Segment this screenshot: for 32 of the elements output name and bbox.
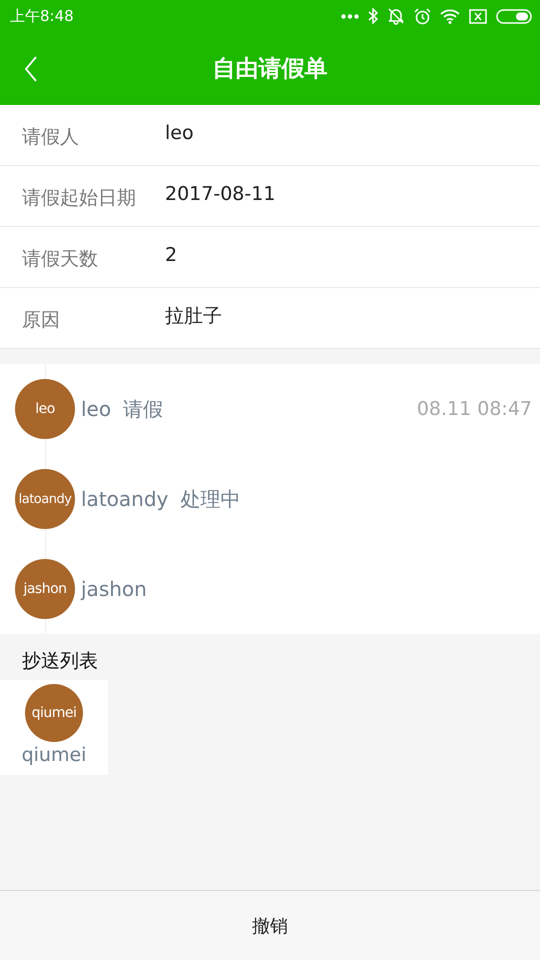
field-label: 请假天数 (21, 247, 99, 272)
revoke-button[interactable]: 撤销 (0, 891, 540, 960)
field-value: 拉肚子 (165, 304, 222, 329)
wifi-icon (440, 8, 460, 24)
field-value: 2 (165, 244, 178, 268)
sim-icon (469, 8, 487, 24)
field-value: 2017-08-11 (165, 183, 276, 207)
person-name: leo (81, 397, 112, 421)
field-label: 请假人 (21, 125, 80, 150)
mute-icon (387, 7, 405, 25)
alarm-icon (414, 8, 431, 24)
person-name: qiumei (22, 744, 86, 766)
back-icon (24, 56, 38, 82)
cc-person-card[interactable]: qiumei qiumei (0, 680, 108, 775)
avatar: jashon (15, 559, 75, 619)
more-icon (341, 14, 359, 18)
battery-icon (496, 8, 532, 24)
avatar: qiumei (25, 684, 83, 742)
status-text: 请假 (123, 396, 164, 422)
avatar: latoandy (15, 469, 75, 529)
field-label: 请假起始日期 (21, 186, 137, 211)
person-name: latoandy (81, 487, 168, 511)
bluetooth-icon (368, 8, 378, 24)
section-title: 抄送列表 (21, 649, 99, 674)
avatar: leo (15, 379, 75, 439)
person-name: jashon (81, 577, 147, 601)
status-time: 上午8:48 (10, 6, 75, 26)
status-text: 处理中 (180, 486, 240, 512)
field-value: leo (165, 122, 194, 146)
timestamp: 08.11 08:47 (416, 398, 532, 420)
field-label: 原因 (21, 308, 61, 333)
page-title: 自由请假单 (212, 55, 328, 84)
